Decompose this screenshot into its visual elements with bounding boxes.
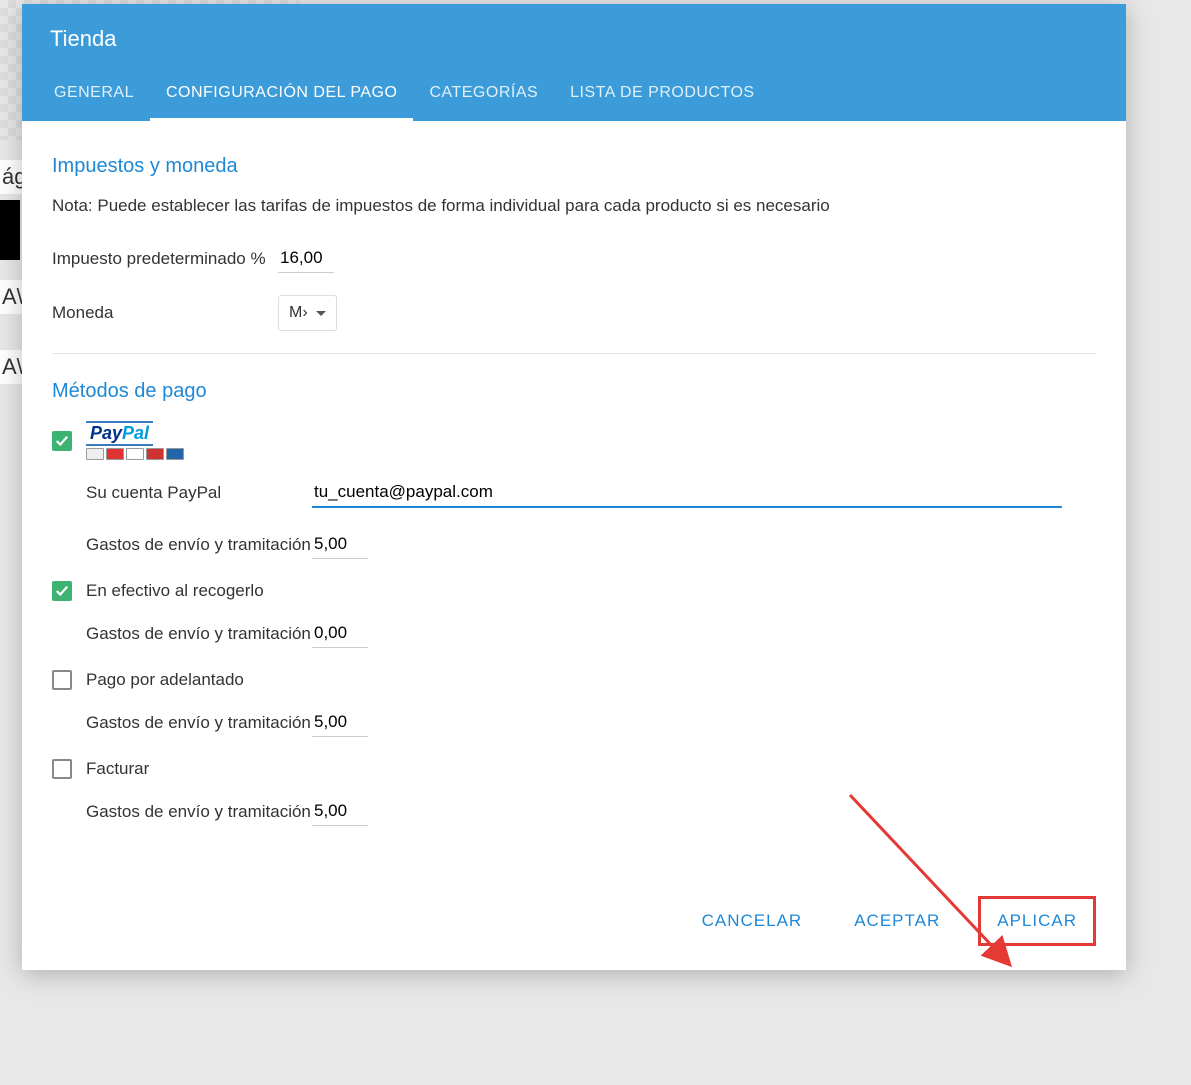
paypal-logo: PayPal xyxy=(86,421,184,460)
cash-label: En efectivo al recogerlo xyxy=(86,581,264,601)
tab-product-list[interactable]: LISTA DE PRODUCTOS xyxy=(554,74,770,121)
prepay-label: Pago por adelantado xyxy=(86,670,244,690)
modal-body: Impuestos y moneda Nota: Puede establece… xyxy=(22,121,1126,868)
cash-shipping-label: Gastos de envío y tramitación xyxy=(86,624,312,644)
paypal-account-row: Su cuenta PayPal xyxy=(86,478,1096,508)
settings-modal: Tienda GENERAL CONFIGURACIÓN DEL PAGO CA… xyxy=(22,4,1126,970)
section-title-methods: Métodos de pago xyxy=(52,380,1096,403)
modal-footer: CANCELAR ACEPTAR APLICAR xyxy=(22,868,1126,970)
tab-categories[interactable]: CATEGORÍAS xyxy=(413,74,554,121)
cash-checkbox[interactable] xyxy=(52,581,72,601)
paypal-shipping-row: Gastos de envío y tramitación xyxy=(86,530,1096,559)
currency-row: Moneda M› xyxy=(52,295,1096,331)
currency-label: Moneda xyxy=(52,303,278,323)
prepay-shipping-input[interactable] xyxy=(312,708,368,737)
apply-highlight: APLICAR xyxy=(978,896,1096,946)
method-cash-row: En efectivo al recogerlo xyxy=(52,581,1096,601)
apply-button[interactable]: APLICAR xyxy=(983,901,1091,941)
accept-button[interactable]: ACEPTAR xyxy=(840,901,954,941)
paypal-wordmark: PayPal xyxy=(86,421,153,446)
check-icon xyxy=(55,584,69,598)
modal-header: Tienda GENERAL CONFIGURACIÓN DEL PAGO CA… xyxy=(22,4,1126,121)
chevron-down-icon xyxy=(316,311,326,316)
cash-shipping-input[interactable] xyxy=(312,619,368,648)
section-title-taxes: Impuestos y moneda xyxy=(52,155,1096,178)
paypal-checkbox[interactable] xyxy=(52,431,72,451)
paypal-account-input[interactable] xyxy=(312,478,1062,508)
tab-payment-config[interactable]: CONFIGURACIÓN DEL PAGO xyxy=(150,74,413,121)
invoice-label: Facturar xyxy=(86,759,149,779)
paypal-account-label: Su cuenta PayPal xyxy=(86,483,312,503)
invoice-shipping-input[interactable] xyxy=(312,797,368,826)
invoice-checkbox[interactable] xyxy=(52,759,72,779)
tab-general[interactable]: GENERAL xyxy=(50,74,150,121)
prepay-shipping-row: Gastos de envío y tramitación xyxy=(86,708,1096,737)
card-logos xyxy=(86,448,184,460)
section-divider xyxy=(52,353,1096,354)
tax-note: Nota: Puede establecer las tarifas de im… xyxy=(52,196,1096,216)
modal-title: Tienda xyxy=(50,26,1098,52)
method-prepay-row: Pago por adelantado xyxy=(52,670,1096,690)
cancel-button[interactable]: CANCELAR xyxy=(688,901,817,941)
cash-shipping-row: Gastos de envío y tramitación xyxy=(86,619,1096,648)
currency-value: M› xyxy=(289,304,308,322)
invoice-shipping-label: Gastos de envío y tramitación xyxy=(86,802,312,822)
method-paypal-row: PayPal xyxy=(52,421,1096,460)
currency-select[interactable]: M› xyxy=(278,295,337,331)
tabs: GENERAL CONFIGURACIÓN DEL PAGO CATEGORÍA… xyxy=(50,74,1098,121)
paypal-shipping-input[interactable] xyxy=(312,530,368,559)
prepay-shipping-label: Gastos de envío y tramitación xyxy=(86,713,312,733)
paypal-shipping-label: Gastos de envío y tramitación xyxy=(86,535,312,555)
check-icon xyxy=(55,434,69,448)
default-tax-input[interactable] xyxy=(278,244,334,273)
default-tax-label: Impuesto predeterminado % xyxy=(52,249,278,269)
default-tax-row: Impuesto predeterminado % xyxy=(52,244,1096,273)
invoice-shipping-row: Gastos de envío y tramitación xyxy=(86,797,1096,826)
method-invoice-row: Facturar xyxy=(52,759,1096,779)
bg-dark-strip xyxy=(0,200,20,260)
prepay-checkbox[interactable] xyxy=(52,670,72,690)
